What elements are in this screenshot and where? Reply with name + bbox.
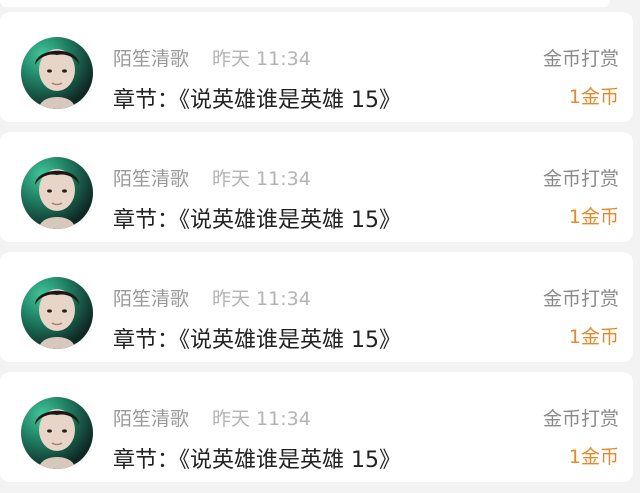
avatar-portrait-icon xyxy=(35,49,79,109)
user-avatar[interactable] xyxy=(21,397,93,469)
chapter-title[interactable]: 章节：《说英雄谁是英雄 15》 xyxy=(113,82,401,114)
user-avatar[interactable] xyxy=(21,37,93,109)
username[interactable]: 陌笙清歌 xyxy=(113,164,189,191)
reward-card[interactable]: 陌笙清歌 昨天 11:34 章节：《说英雄谁是英雄 15》 金币打赏 1金币 xyxy=(0,132,633,242)
timestamp: 昨天 11:34 xyxy=(212,168,311,190)
timestamp: 昨天 11:34 xyxy=(212,408,311,430)
previous-card-edge xyxy=(0,0,610,7)
reward-card[interactable]: 陌笙清歌 昨天 11:34 章节：《说英雄谁是英雄 15》 金币打赏 1金币 xyxy=(0,12,633,122)
chapter-title[interactable]: 章节：《说英雄谁是英雄 15》 xyxy=(113,202,401,234)
avatar-portrait-icon xyxy=(35,409,79,469)
username[interactable]: 陌笙清歌 xyxy=(113,284,189,311)
reward-type-label: 金币打赏 xyxy=(542,408,619,430)
reward-amount: 1金币 xyxy=(568,86,619,108)
reward-amount: 1金币 xyxy=(568,206,619,228)
reward-amount: 1金币 xyxy=(568,446,619,468)
timestamp: 昨天 11:34 xyxy=(212,48,311,70)
reward-card[interactable]: 陌笙清歌 昨天 11:34 章节：《说英雄谁是英雄 15》 金币打赏 1金币 xyxy=(0,372,633,482)
user-avatar[interactable] xyxy=(21,277,93,349)
user-avatar[interactable] xyxy=(21,157,93,229)
reward-type-label: 金币打赏 xyxy=(542,48,619,70)
timestamp: 昨天 11:34 xyxy=(212,288,311,310)
reward-list-page: 陌笙清歌 昨天 11:34 章节：《说英雄谁是英雄 15》 金币打赏 1金币 陌… xyxy=(0,0,640,493)
reward-card[interactable]: 陌笙清歌 昨天 11:34 章节：《说英雄谁是英雄 15》 金币打赏 1金币 xyxy=(0,252,633,362)
username[interactable]: 陌笙清歌 xyxy=(113,404,189,431)
reward-type-label: 金币打赏 xyxy=(542,168,619,190)
username[interactable]: 陌笙清歌 xyxy=(113,44,189,71)
avatar-portrait-icon xyxy=(35,169,79,229)
chapter-title[interactable]: 章节：《说英雄谁是英雄 15》 xyxy=(113,442,401,474)
reward-amount: 1金币 xyxy=(568,326,619,348)
reward-type-label: 金币打赏 xyxy=(542,288,619,310)
avatar-portrait-icon xyxy=(35,289,79,349)
chapter-title[interactable]: 章节：《说英雄谁是英雄 15》 xyxy=(113,322,401,354)
